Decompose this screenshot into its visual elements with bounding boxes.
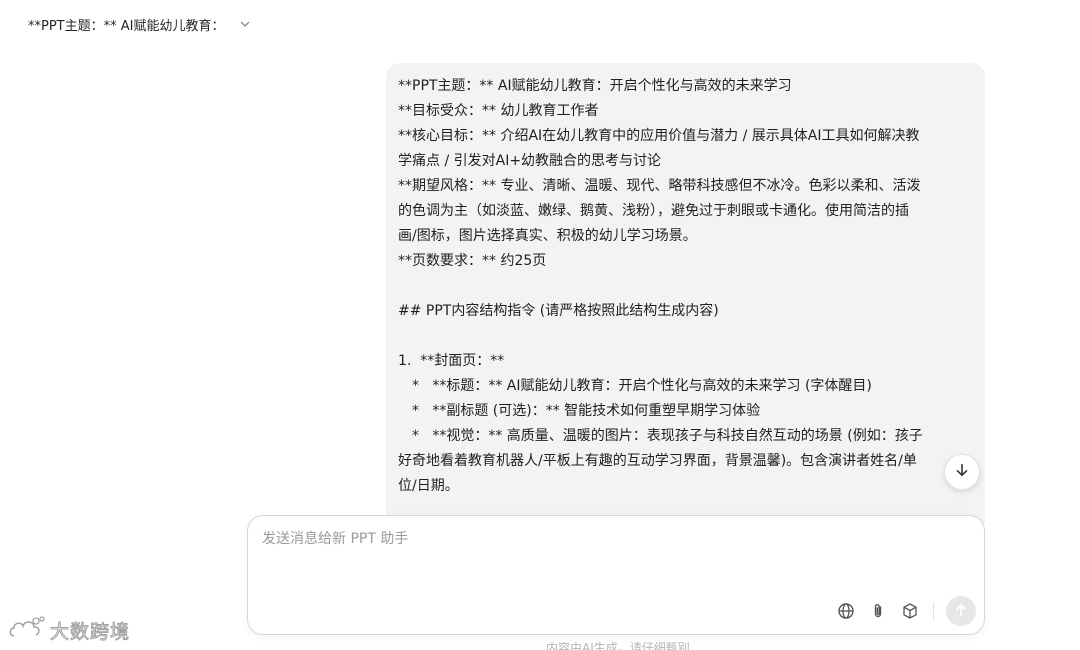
watermark: 大数跨境 [8, 614, 130, 647]
message-line: * **标题：** AI赋能幼儿教育：开启个性化与高效的未来学习 (字体醒目) [412, 378, 872, 394]
composer-toolbar [835, 596, 976, 626]
message-line: 学痛点 / 引发对AI+幼教融合的思考与讨论 [398, 153, 662, 169]
chat-page: **PPT主题：** AI赋能幼儿教育： **PPT主题：** AI赋能幼儿教育… [0, 0, 1080, 650]
ai-disclaimer: 内容由AI生成，请仔细甄别 [546, 641, 690, 650]
globe-icon[interactable] [835, 600, 857, 622]
message-line: **期望风格：** 专业、清晰、温暖、现代、略带科技感但不冰冷。色彩以柔和、活泼 [398, 178, 921, 194]
chevron-down-icon[interactable] [238, 17, 252, 31]
message-line: 的色调为主（如淡蓝、嫩绿、鹅黄、浅粉），避免过于刺眼或卡通化。使用简洁的插 [398, 203, 909, 219]
message-line: ## PPT内容结构指令 (请严格按照此结构生成内容) [398, 303, 719, 319]
cube-icon[interactable] [899, 600, 921, 622]
message-line: **页数要求：** 约25页 [398, 253, 547, 269]
arrow-up-icon [954, 602, 968, 621]
send-button[interactable] [946, 596, 976, 626]
message-line: **PPT主题：** AI赋能幼儿教育：开启个性化与高效的未来学习 [398, 78, 792, 94]
message-line: **核心目标：** 介绍AI在幼儿教育中的应用价值与潜力 / 展示具体AI工具如… [398, 128, 920, 144]
user-message-bubble: **PPT主题：** AI赋能幼儿教育：开启个性化与高效的未来学习 **目标受众… [386, 63, 985, 533]
arrow-down-icon [954, 462, 970, 482]
paperclip-icon[interactable] [867, 600, 889, 622]
watermark-text: 大数跨境 [49, 621, 131, 644]
message-line: * **副标题 (可选)：** 智能技术如何重塑早期学习体验 [412, 403, 761, 419]
message-line: 好奇地看着教育机器人/平板上有趣的互动学习界面，背景温馨)。包含演讲者姓名/单 [398, 453, 917, 469]
conversation-title[interactable]: **PPT主题：** AI赋能幼儿教育： [28, 15, 224, 34]
toolbar-divider [933, 602, 934, 620]
scroll-to-bottom-button[interactable] [944, 454, 980, 490]
message-composer[interactable] [247, 515, 985, 635]
message-line: 1. **封面页：** [398, 353, 505, 369]
cloud-logo-icon [8, 614, 46, 647]
message-line: * **视觉：** 高质量、温暖的图片：表现孩子与科技自然互动的场景 (例如：孩… [412, 428, 923, 444]
conversation-title-bar[interactable]: **PPT主题：** AI赋能幼儿教育： [28, 12, 252, 36]
message-input[interactable] [262, 528, 962, 588]
message-line: 位/日期。 [398, 478, 459, 494]
message-line: 画/图标，图片选择真实、积极的幼儿学习场景。 [398, 228, 697, 244]
message-line: **目标受众：** 幼儿教育工作者 [398, 103, 599, 119]
